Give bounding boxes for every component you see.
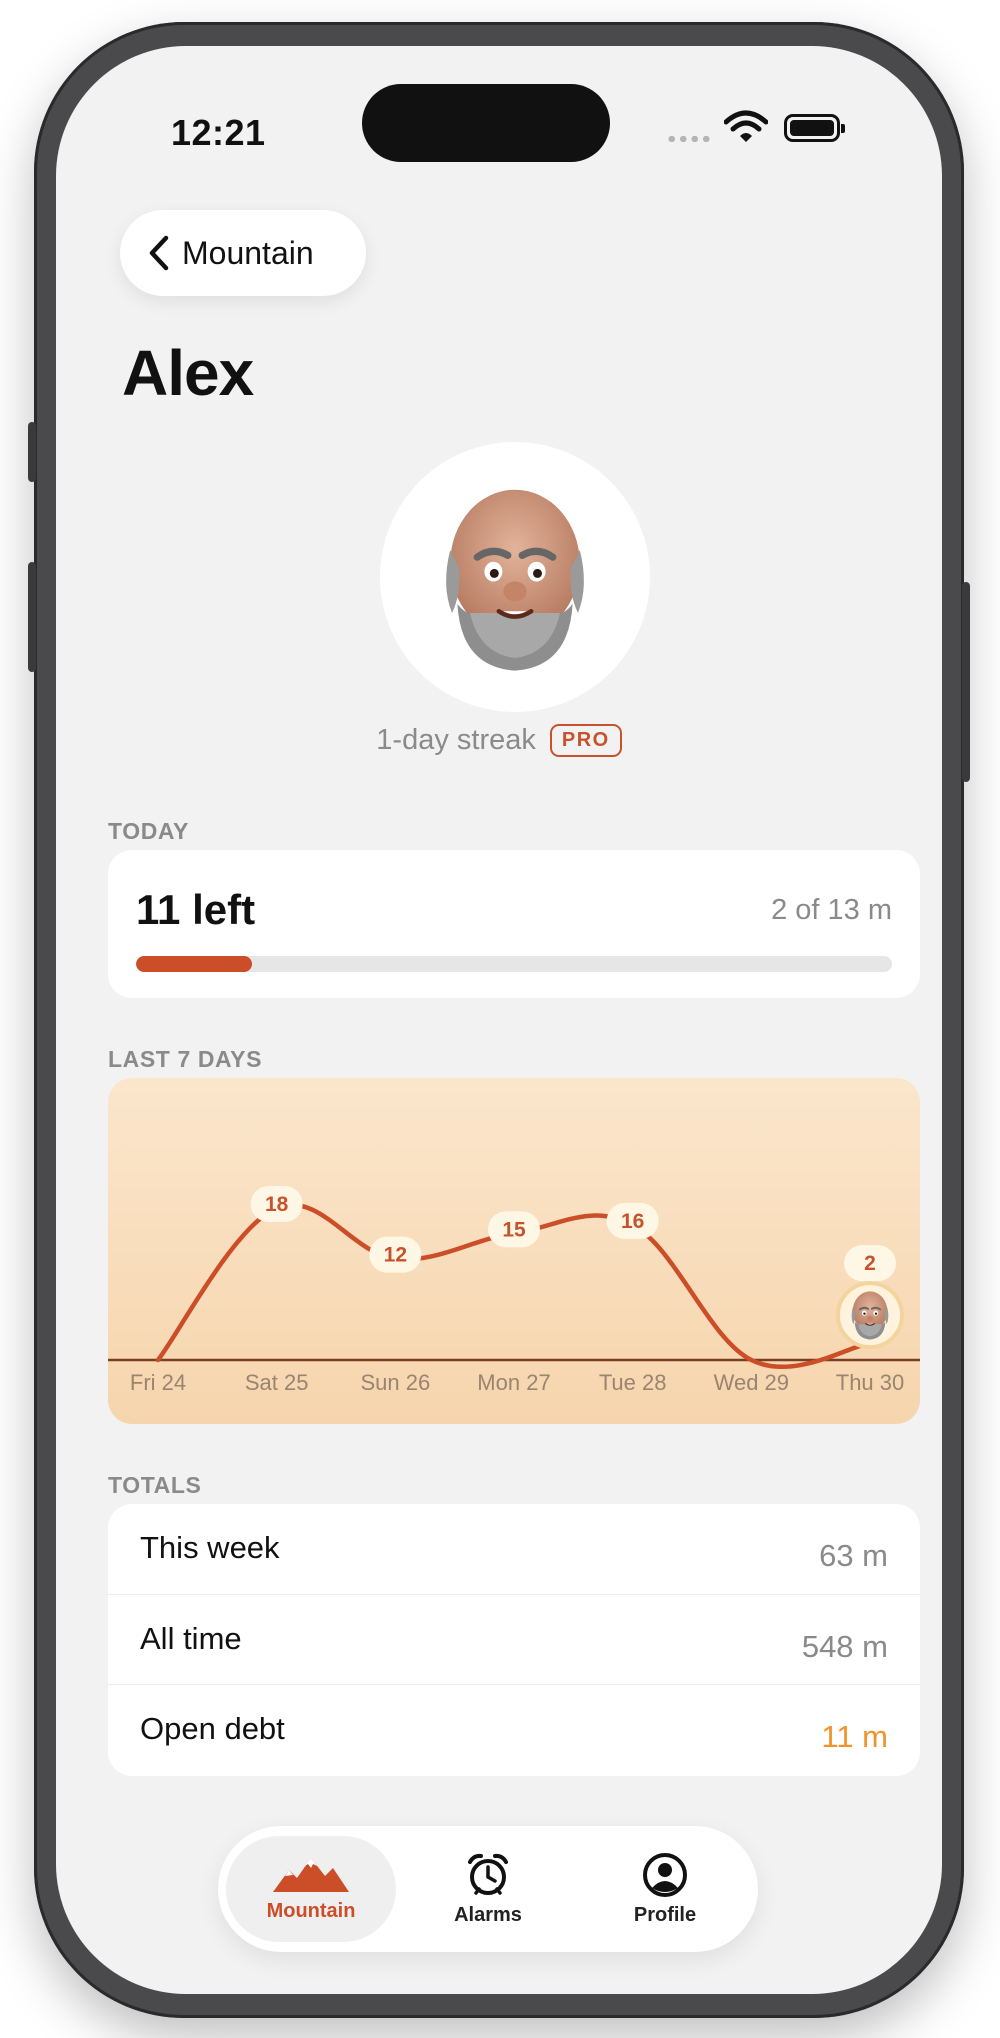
phone-frame: 12:21 Mountain Alex 1-day streak PRO TOD… xyxy=(28,22,970,2018)
total-row-this-week: This week 63 m xyxy=(108,1504,920,1594)
status-time: 12:21 xyxy=(171,112,266,153)
back-label: Mountain xyxy=(182,234,314,271)
totals-card: This week 63 m All time 548 m Open debt … xyxy=(108,1504,920,1776)
screen: 12:21 Mountain Alex 1-day streak PRO TOD… xyxy=(56,46,942,1994)
data-label: 18 xyxy=(265,1193,289,1216)
person-circle-icon xyxy=(643,1852,687,1897)
total-label: Open debt xyxy=(140,1711,285,1746)
streak-text: 1-day streak xyxy=(376,724,536,756)
total-row-all-time: All time 548 m xyxy=(108,1594,920,1684)
volume-button xyxy=(28,422,36,482)
total-label: This week xyxy=(140,1530,280,1565)
tab-profile[interactable]: Profile xyxy=(580,1836,750,1942)
total-value: 63 m xyxy=(819,1538,888,1573)
x-tick-label: Fri 24 xyxy=(130,1370,186,1395)
wifi-icon xyxy=(724,110,768,142)
total-value-debt: 11 m xyxy=(821,1719,888,1754)
x-tick-label: Sat 25 xyxy=(245,1370,309,1395)
volume-button xyxy=(28,562,36,672)
line-chart: 18 12 15 16 2 Fri 24 Sat 25 Sun 26 Mon 27 Tue 28 W… xyxy=(108,1186,920,1395)
signal-icon xyxy=(666,136,712,142)
battery-icon xyxy=(784,114,845,142)
x-tick-label: Tue 28 xyxy=(599,1370,667,1395)
x-tick-label: Sun 26 xyxy=(360,1370,430,1395)
today-progress-fill xyxy=(136,956,253,972)
avatar-face xyxy=(425,478,605,676)
totals-section-label: TOTALS xyxy=(108,1472,202,1498)
avatar xyxy=(380,442,650,712)
tab-mountain[interactable]: Mountain xyxy=(226,1836,396,1942)
tab-alarms[interactable]: Alarms xyxy=(403,1836,573,1942)
chevron-left-icon xyxy=(149,235,169,271)
x-tick-label: Thu 30 xyxy=(836,1370,905,1395)
data-label: 16 xyxy=(621,1210,644,1233)
data-label: 15 xyxy=(502,1218,526,1241)
total-value: 548 m xyxy=(801,1629,888,1664)
streak-row: 1-day streak PRO xyxy=(56,724,942,757)
today-card: 11 left 2 of 13 m xyxy=(108,850,920,998)
last7-chart: 18 12 15 16 2 Fri 24 Sat 25 Sun 26 Mon 27 Tue 28 W… xyxy=(108,1078,920,1424)
mountain-icon xyxy=(273,1857,349,1892)
tab-label: Profile xyxy=(633,1903,697,1926)
pro-badge: PRO xyxy=(549,724,622,757)
last7-section-label: LAST 7 DAYS xyxy=(108,1046,263,1072)
page-title: Alex xyxy=(122,337,254,409)
total-row-open-debt: Open debt 11 m xyxy=(108,1684,920,1774)
data-label: 2 xyxy=(864,1252,876,1275)
tab-bar: Mountain Alarms Profile xyxy=(218,1826,758,1952)
total-label: All time xyxy=(140,1621,242,1656)
today-remaining: 11 left xyxy=(136,886,256,933)
today-progress-text: 2 of 13 m xyxy=(771,894,892,926)
back-button[interactable]: Mountain xyxy=(120,210,366,296)
tab-label: Alarms xyxy=(454,1903,522,1926)
x-tick-label: Wed 29 xyxy=(714,1370,789,1395)
side-button xyxy=(962,582,970,782)
x-tick-label: Mon 27 xyxy=(477,1370,550,1395)
tab-label: Mountain xyxy=(266,1899,356,1922)
today-section-label: TODAY xyxy=(108,818,189,844)
today-progress-bar xyxy=(136,956,892,972)
dynamic-island xyxy=(362,84,610,162)
alarm-clock-icon xyxy=(468,1853,508,1895)
data-label: 12 xyxy=(384,1244,407,1267)
